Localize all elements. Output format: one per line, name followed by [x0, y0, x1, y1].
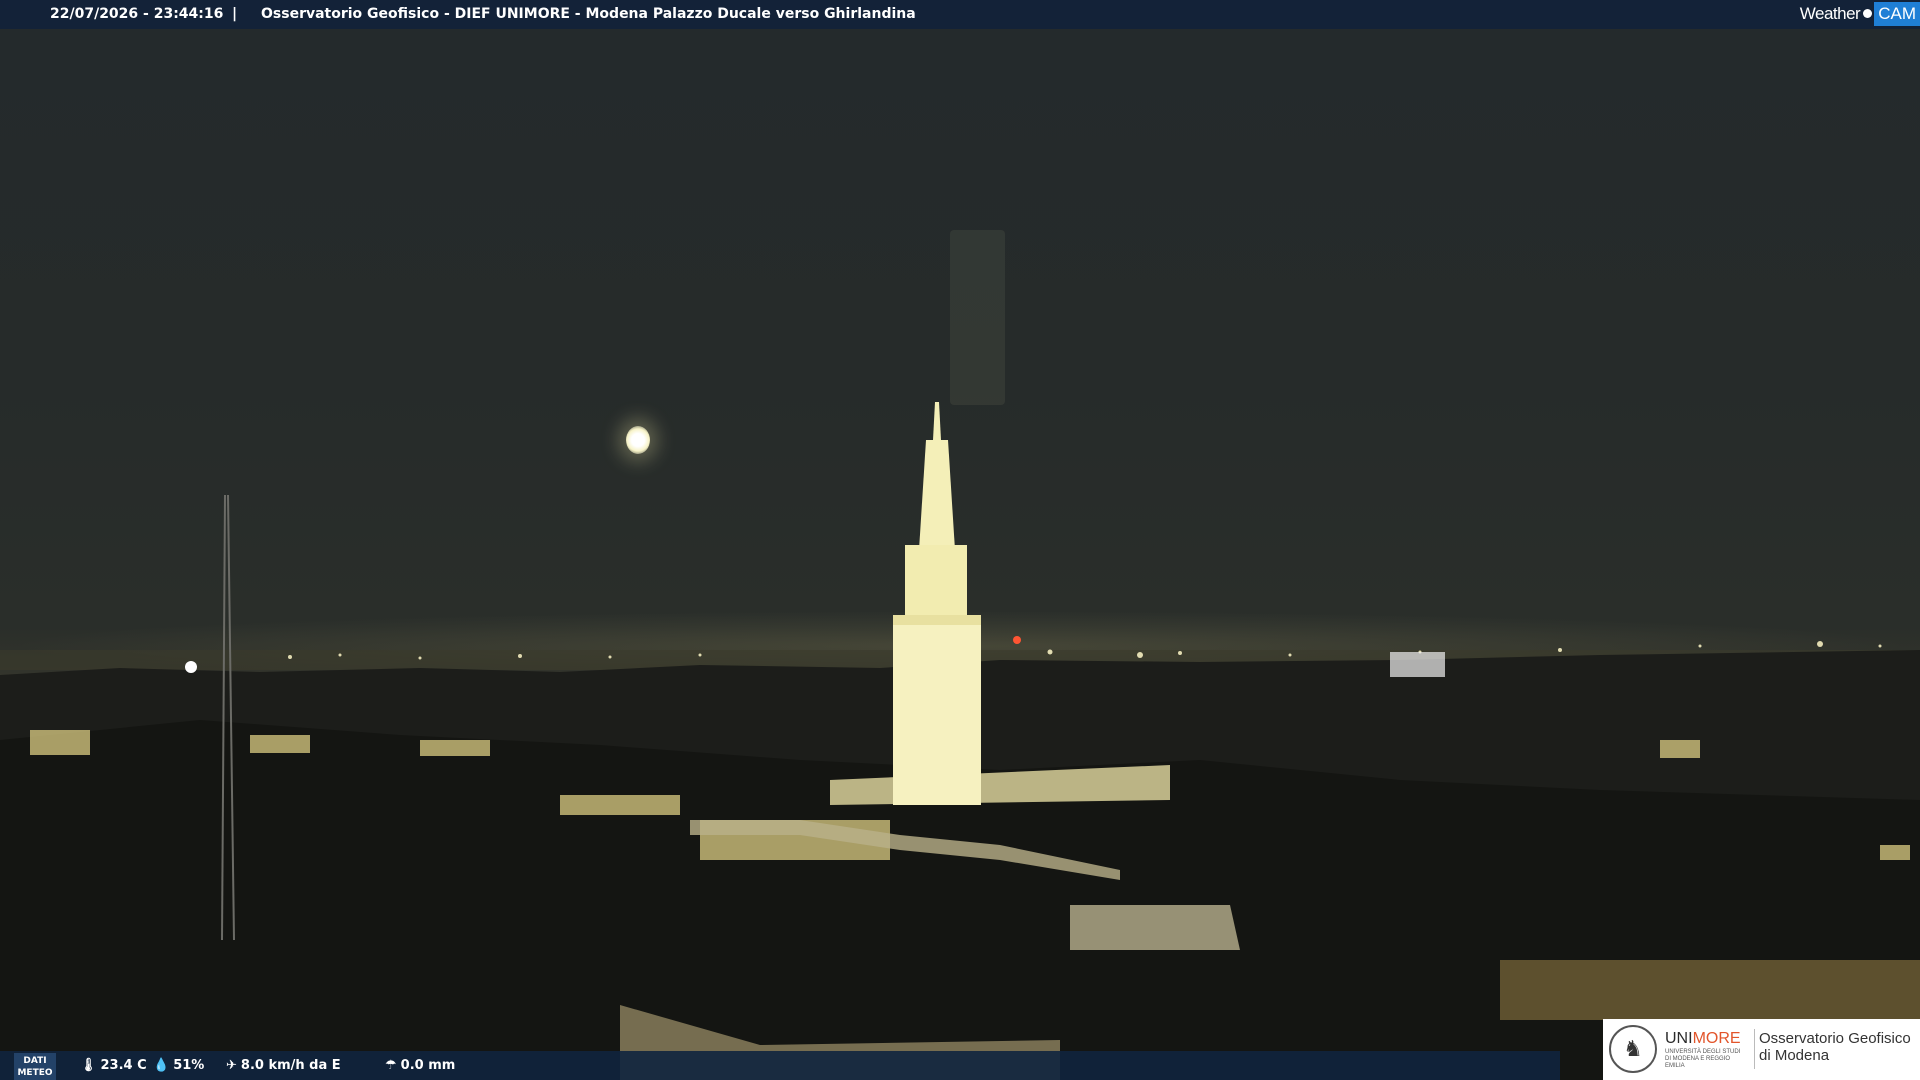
droplet-icon: 💧	[153, 1058, 170, 1073]
rain-value: 0.0 mm	[400, 1058, 456, 1073]
rain-gauge-icon: ☂	[385, 1058, 397, 1073]
camera-caption: Osservatorio Geofisico - DIEF UNIMORE - …	[261, 6, 916, 22]
university-full-name: UNIVERSITÀ DEGLI STUDI DI MODENA E REGGI…	[1665, 1049, 1741, 1069]
weather-label-line1: DATI	[23, 1056, 47, 1066]
title-separator: |	[232, 6, 238, 22]
weather-label-line2: METEO	[17, 1068, 53, 1078]
unimore-logo-box: ♞ UNIMORE UNIVERSITÀ DEGLI STUDI DI MODE…	[1603, 1019, 1920, 1080]
overlay-title-bar: 22/07/2026 - 23:44:16 | Osservatorio Geo…	[0, 0, 1920, 29]
weather-data-label: DATI METEO	[14, 1053, 56, 1080]
observatory-line2: di Modena	[1759, 1047, 1830, 1064]
humidity-reading: 💧 51%	[153, 1051, 204, 1080]
observatory-line1: Osservatorio Geofisico	[1759, 1030, 1911, 1047]
university-seal-icon: ♞	[1609, 1025, 1657, 1073]
wind-icon: ✈	[226, 1058, 237, 1073]
weathercam-logo: Weather CAM	[1800, 0, 1920, 27]
webcam-frame: 22/07/2026 - 23:44:16 | Osservatorio Geo…	[0, 0, 1920, 1080]
rain-reading: ☂ 0.0 mm	[385, 1051, 455, 1080]
timestamp: 22/07/2026 - 23:44:16	[50, 6, 224, 22]
unimore-more: MORE	[1692, 1030, 1741, 1047]
unimore-uni: UNI	[1665, 1030, 1693, 1047]
unimore-wordmark: UNIMORE	[1665, 1030, 1741, 1048]
brand-dot-icon	[1863, 9, 1873, 18]
wind-value: 8.0 km/h da E	[240, 1058, 341, 1073]
observatory-name: Osservatorio Geofisico di Modena	[1759, 1030, 1911, 1064]
humidity-value: 51%	[173, 1058, 205, 1073]
logo-divider	[1754, 1029, 1755, 1069]
wind-reading: ✈ 8.0 km/h da E	[226, 1051, 341, 1080]
thermometer-icon: 🌡	[80, 1058, 97, 1073]
brand-cam-text: CAM	[1874, 1, 1920, 26]
temperature-reading: 🌡 23.4 C	[80, 1051, 147, 1080]
brand-weather-text: Weather	[1799, 3, 1861, 23]
temperature-value: 23.4 C	[100, 1058, 147, 1073]
city-skyline	[0, 402, 1920, 1080]
